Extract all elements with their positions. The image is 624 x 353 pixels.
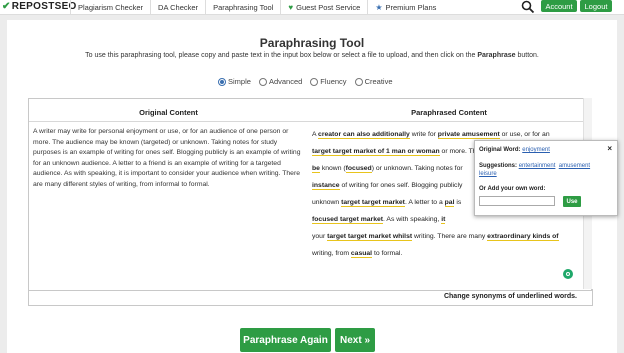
underlined-phrase[interactable]: private amusement (437, 131, 500, 139)
nav-item-da-checker[interactable]: DA Checker (150, 0, 205, 14)
use-button[interactable]: Use (563, 196, 581, 207)
mode-label: Simple (228, 77, 251, 86)
radio-selected-icon[interactable] (218, 77, 226, 86)
paraphrased-segment: known ( (319, 165, 346, 172)
underlined-phrase[interactable]: target target market of 1 man or woman (312, 148, 440, 156)
mode-selector: Simple Advanced Fluency Creative (218, 77, 393, 86)
paraphrased-segment: write for (409, 131, 438, 138)
suggestion-link[interactable]: amusement (559, 163, 590, 169)
underlined-phrase[interactable]: focused target market (312, 216, 384, 224)
account-button[interactable]: Account (541, 0, 577, 12)
original-word-row: Original Word: enjoyment (479, 147, 550, 153)
page-subtitle: To use this paraphrasing tool, please co… (0, 52, 624, 59)
mode-label: Creative (364, 77, 393, 86)
site-logo[interactable]: ✔REPOSTSEO (2, 1, 77, 12)
original-word-label: Original Word: (479, 147, 521, 153)
nav-item-label: DA Checker (158, 2, 199, 12)
mode-simple[interactable]: Simple (218, 77, 251, 86)
paraphrased-segment: is (454, 199, 462, 206)
paraphrased-segment: ) or unknown. Taking notes for (371, 165, 463, 172)
paraphrased-segment: to formal. (372, 250, 403, 257)
mode-advanced[interactable]: Advanced (258, 77, 303, 86)
original-content-header: Original Content (139, 108, 198, 117)
next-button[interactable]: Next » (335, 328, 375, 352)
heart-icon: ♥ (288, 2, 294, 12)
paraphrased-segment: . As with speaking, (383, 216, 442, 223)
underlined-phrase[interactable]: be (312, 165, 320, 173)
subtitle-strong: Paraphrase (477, 52, 516, 59)
underlined-phrase[interactable]: creator can also additionally (318, 131, 410, 139)
nav-item-label: Premium Plans (385, 2, 437, 12)
own-word-label: Or Add your own word: (479, 186, 546, 192)
underlined-phrase[interactable]: target target market (341, 199, 405, 207)
paraphrased-line: writing, from casual to formal. (312, 245, 590, 262)
paraphrased-segment: or use, or for an (499, 131, 550, 138)
nav-item-paraphrasing-tool[interactable]: Paraphrasing Tool (205, 0, 280, 14)
suggestion-link[interactable]: entertainment (519, 163, 556, 169)
paraphrased-segment: of writing for ones self. Blogging publi… (339, 182, 463, 189)
star-icon: ★ (375, 2, 383, 12)
paraphrased-content-header: Paraphrased Content (411, 108, 487, 117)
underlined-phrase[interactable]: focused (345, 165, 372, 173)
hint-text: Change synonyms of underlined words. (443, 293, 577, 300)
paraphrased-segment: your (312, 233, 328, 240)
nav-item-guest-post-service[interactable]: ♥ Guest Post Service (280, 0, 367, 14)
suggestion-link[interactable]: leisure (479, 171, 497, 177)
logo-check-icon: ✔ (2, 1, 11, 12)
main-nav: Plagiarism Checker DA Checker Paraphrasi… (70, 0, 443, 14)
logo-text: REPOSTSEO (11, 1, 77, 12)
radio-icon[interactable] (258, 77, 267, 86)
radio-icon[interactable] (310, 77, 319, 86)
radio-icon[interactable] (354, 77, 363, 86)
original-text[interactable]: A writer may write for personal enjoymen… (33, 127, 301, 190)
mode-label: Advanced (268, 77, 303, 86)
nav-item-label: Guest Post Service (296, 2, 361, 12)
mode-label: Fluency (320, 77, 347, 86)
suggestions-label: Suggestions: (479, 163, 518, 169)
paraphrased-line: your target target market whilst writing… (312, 228, 590, 245)
mode-fluency[interactable]: Fluency (310, 77, 347, 86)
nav-item-label: Paraphrasing Tool (213, 2, 274, 12)
search-icon[interactable] (521, 0, 535, 14)
nav-item-plagiarism-checker[interactable]: Plagiarism Checker (70, 0, 150, 14)
paraphrased-segment: writing, from (312, 250, 351, 257)
suggestions-row: Suggestions: entertainment amusement leis… (479, 162, 613, 178)
header-divider (307, 121, 591, 122)
nav-item-premium-plans[interactable]: ★ Premium Plans (367, 0, 443, 14)
original-content-box[interactable]: Original Content A writer may write for … (28, 98, 309, 291)
paraphrased-segment: writing. There are many (412, 233, 488, 240)
underlined-phrase[interactable]: instance (312, 182, 340, 190)
underlined-phrase[interactable]: pal (444, 199, 455, 207)
grammarly-icon[interactable] (563, 269, 573, 279)
underlined-phrase[interactable]: target target market whilst (327, 233, 413, 241)
top-navigation-bar: ✔REPOSTSEO Plagiarism Checker DA Checker… (0, 0, 624, 15)
close-icon[interactable]: × (607, 144, 612, 153)
paraphrased-segment: unknown (312, 199, 342, 206)
page-title: Paraphrasing Tool (259, 36, 365, 50)
underlined-phrase[interactable]: casual (350, 250, 373, 258)
subtitle-text: To use this paraphrasing tool, please co… (85, 52, 478, 59)
logout-button[interactable]: Logout (580, 0, 612, 12)
paraphrase-again-button[interactable]: Paraphrase Again (240, 328, 331, 352)
original-word-link[interactable]: enjoyment (522, 147, 550, 153)
subtitle-text-end: button. (515, 52, 539, 59)
underlined-phrase[interactable]: extraordinary kinds of (487, 233, 559, 241)
hint-bar: Change synonyms of underlined words. (28, 289, 593, 306)
synonym-popup: × Original Word: enjoyment Suggestions: … (474, 140, 618, 216)
nav-item-label: Plagiarism Checker (78, 2, 144, 12)
header-divider (29, 121, 308, 122)
underlined-phrase[interactable]: it (441, 216, 446, 224)
mode-creative[interactable]: Creative (354, 77, 393, 86)
own-word-input[interactable] (479, 196, 555, 206)
paraphrased-segment: . A letter to a (404, 199, 445, 206)
